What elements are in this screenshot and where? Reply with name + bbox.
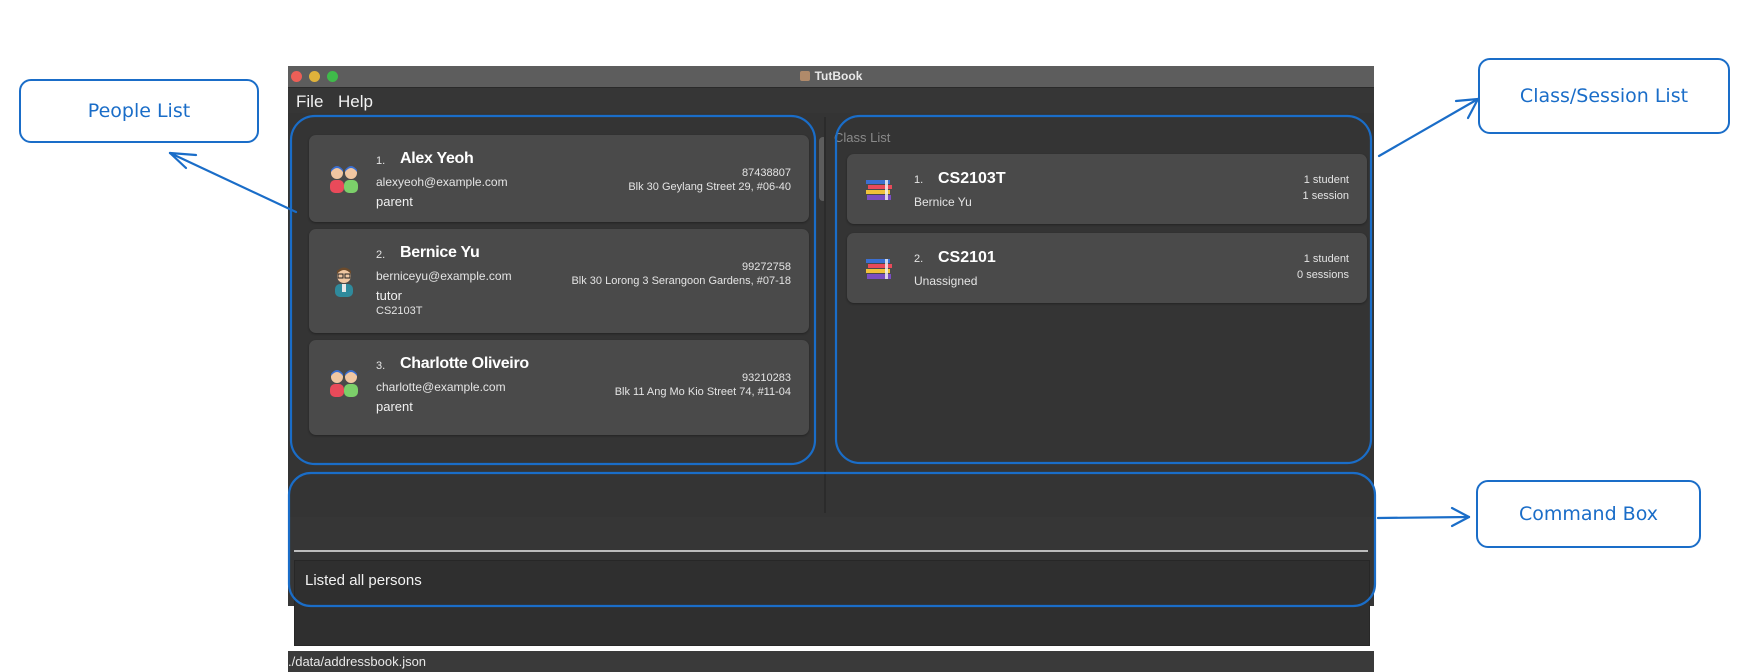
people-list-label: People List	[19, 79, 259, 143]
command-box-highlight	[287, 471, 1377, 608]
command-box-label: Command Box	[1476, 480, 1701, 548]
people-list-arrow	[168, 151, 298, 214]
people-list-highlight	[289, 114, 817, 466]
class-list-highlight	[834, 114, 1373, 465]
class-session-list-label: Class/Session List	[1478, 58, 1730, 134]
class-list-arrow	[1377, 97, 1480, 158]
command-box-arrow	[1376, 506, 1471, 528]
